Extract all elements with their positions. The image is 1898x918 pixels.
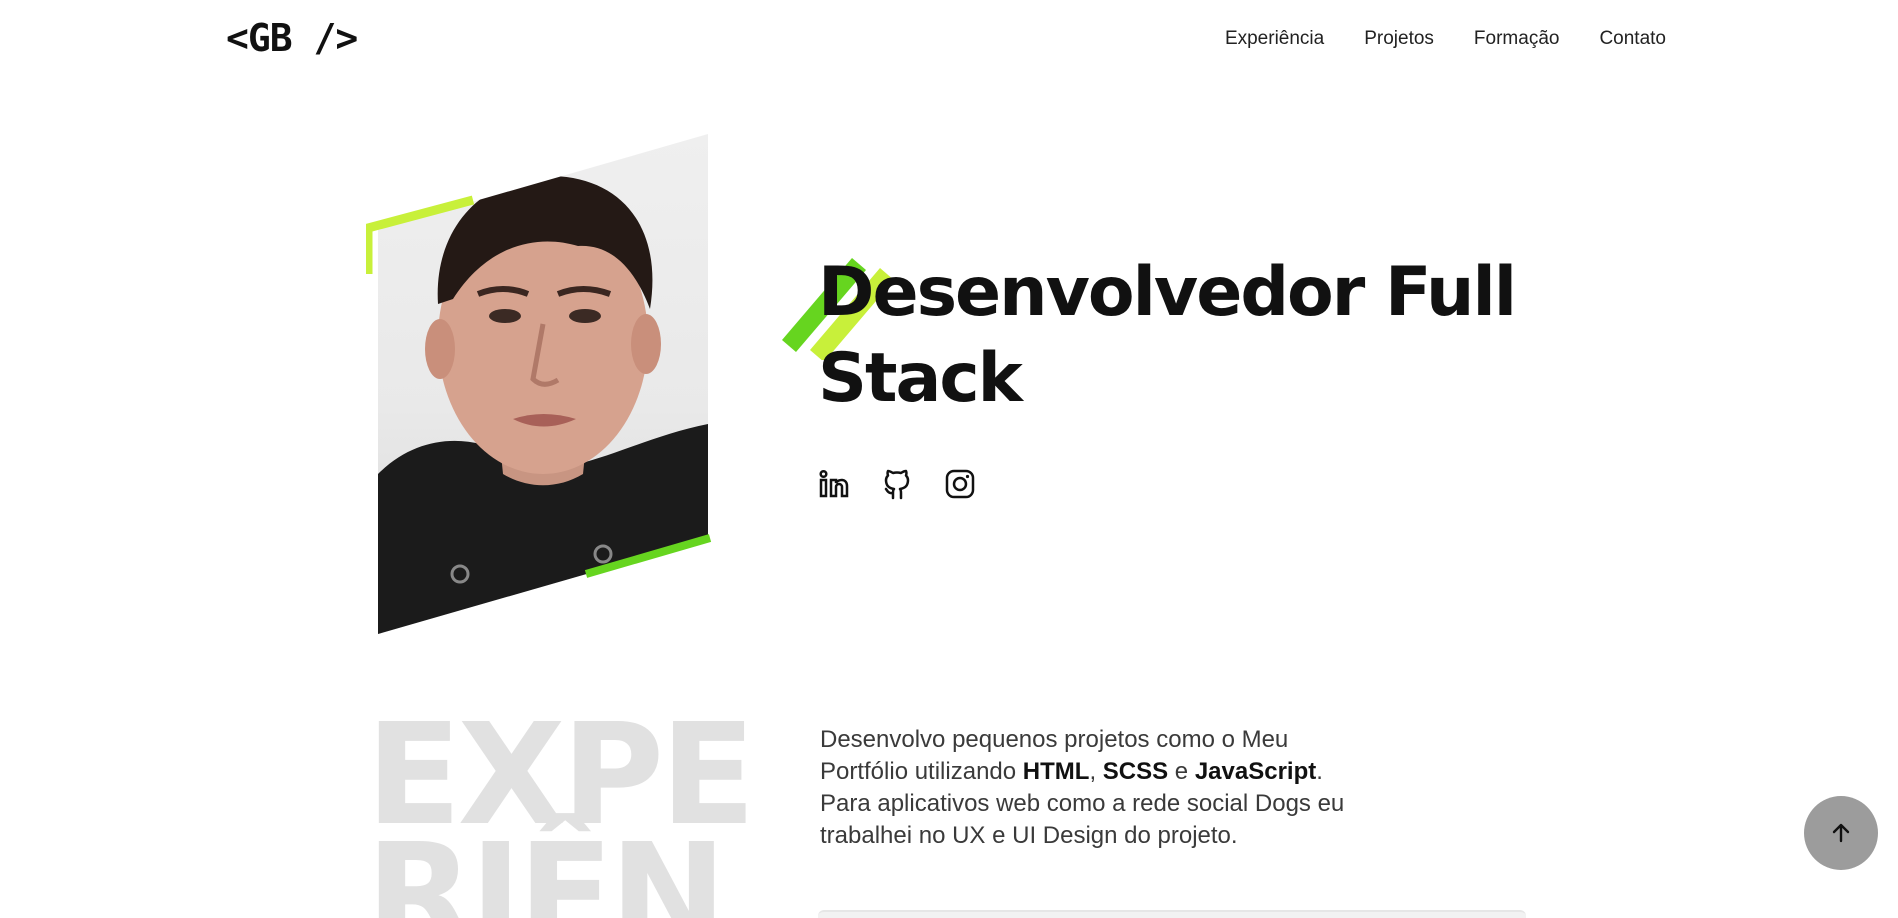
frame-accent: [366, 195, 712, 578]
logo[interactable]: <GB />: [226, 16, 358, 60]
nav-experiencia[interactable]: Experiência: [1225, 28, 1324, 50]
experience-card: [818, 910, 1526, 918]
section-bigword: EXPE RIÊN: [366, 706, 756, 918]
desc-and: e: [1168, 758, 1195, 785]
nav-formacao[interactable]: Formação: [1474, 28, 1560, 50]
hero-title: Desenvolvedor Full Stack: [818, 250, 1518, 422]
profile-photo-block: [366, 134, 716, 634]
instagram-icon[interactable]: [944, 468, 976, 500]
hero-title-line2: Stack: [818, 339, 1023, 418]
page: <GB /> Experiência Projetos Formação Con…: [0, 0, 1898, 918]
desc-comma: ,: [1089, 758, 1103, 785]
social-links: [818, 468, 976, 500]
desc-javascript: JavaScript: [1194, 758, 1317, 785]
hero-title-line1: Desenvolvedor Full: [818, 253, 1517, 332]
desc-scss: SCSS: [1102, 758, 1169, 785]
back-to-top-button[interactable]: [1804, 796, 1878, 870]
experience-description: Desenvolvo pequenos projetos como o Meu …: [820, 724, 1380, 852]
github-icon[interactable]: [881, 468, 913, 500]
nav-contato[interactable]: Contato: [1599, 28, 1666, 50]
hero-title-block: Desenvolvedor Full Stack: [782, 250, 1518, 422]
arrow-up-icon: [1832, 823, 1850, 843]
main-nav: Experiência Projetos Formação Contato: [1225, 28, 1666, 50]
nav-projetos[interactable]: Projetos: [1364, 28, 1434, 50]
desc-html: HTML: [1022, 758, 1090, 785]
bigword-line2: RIÊN: [366, 814, 727, 918]
linkedin-icon[interactable]: [818, 468, 850, 500]
